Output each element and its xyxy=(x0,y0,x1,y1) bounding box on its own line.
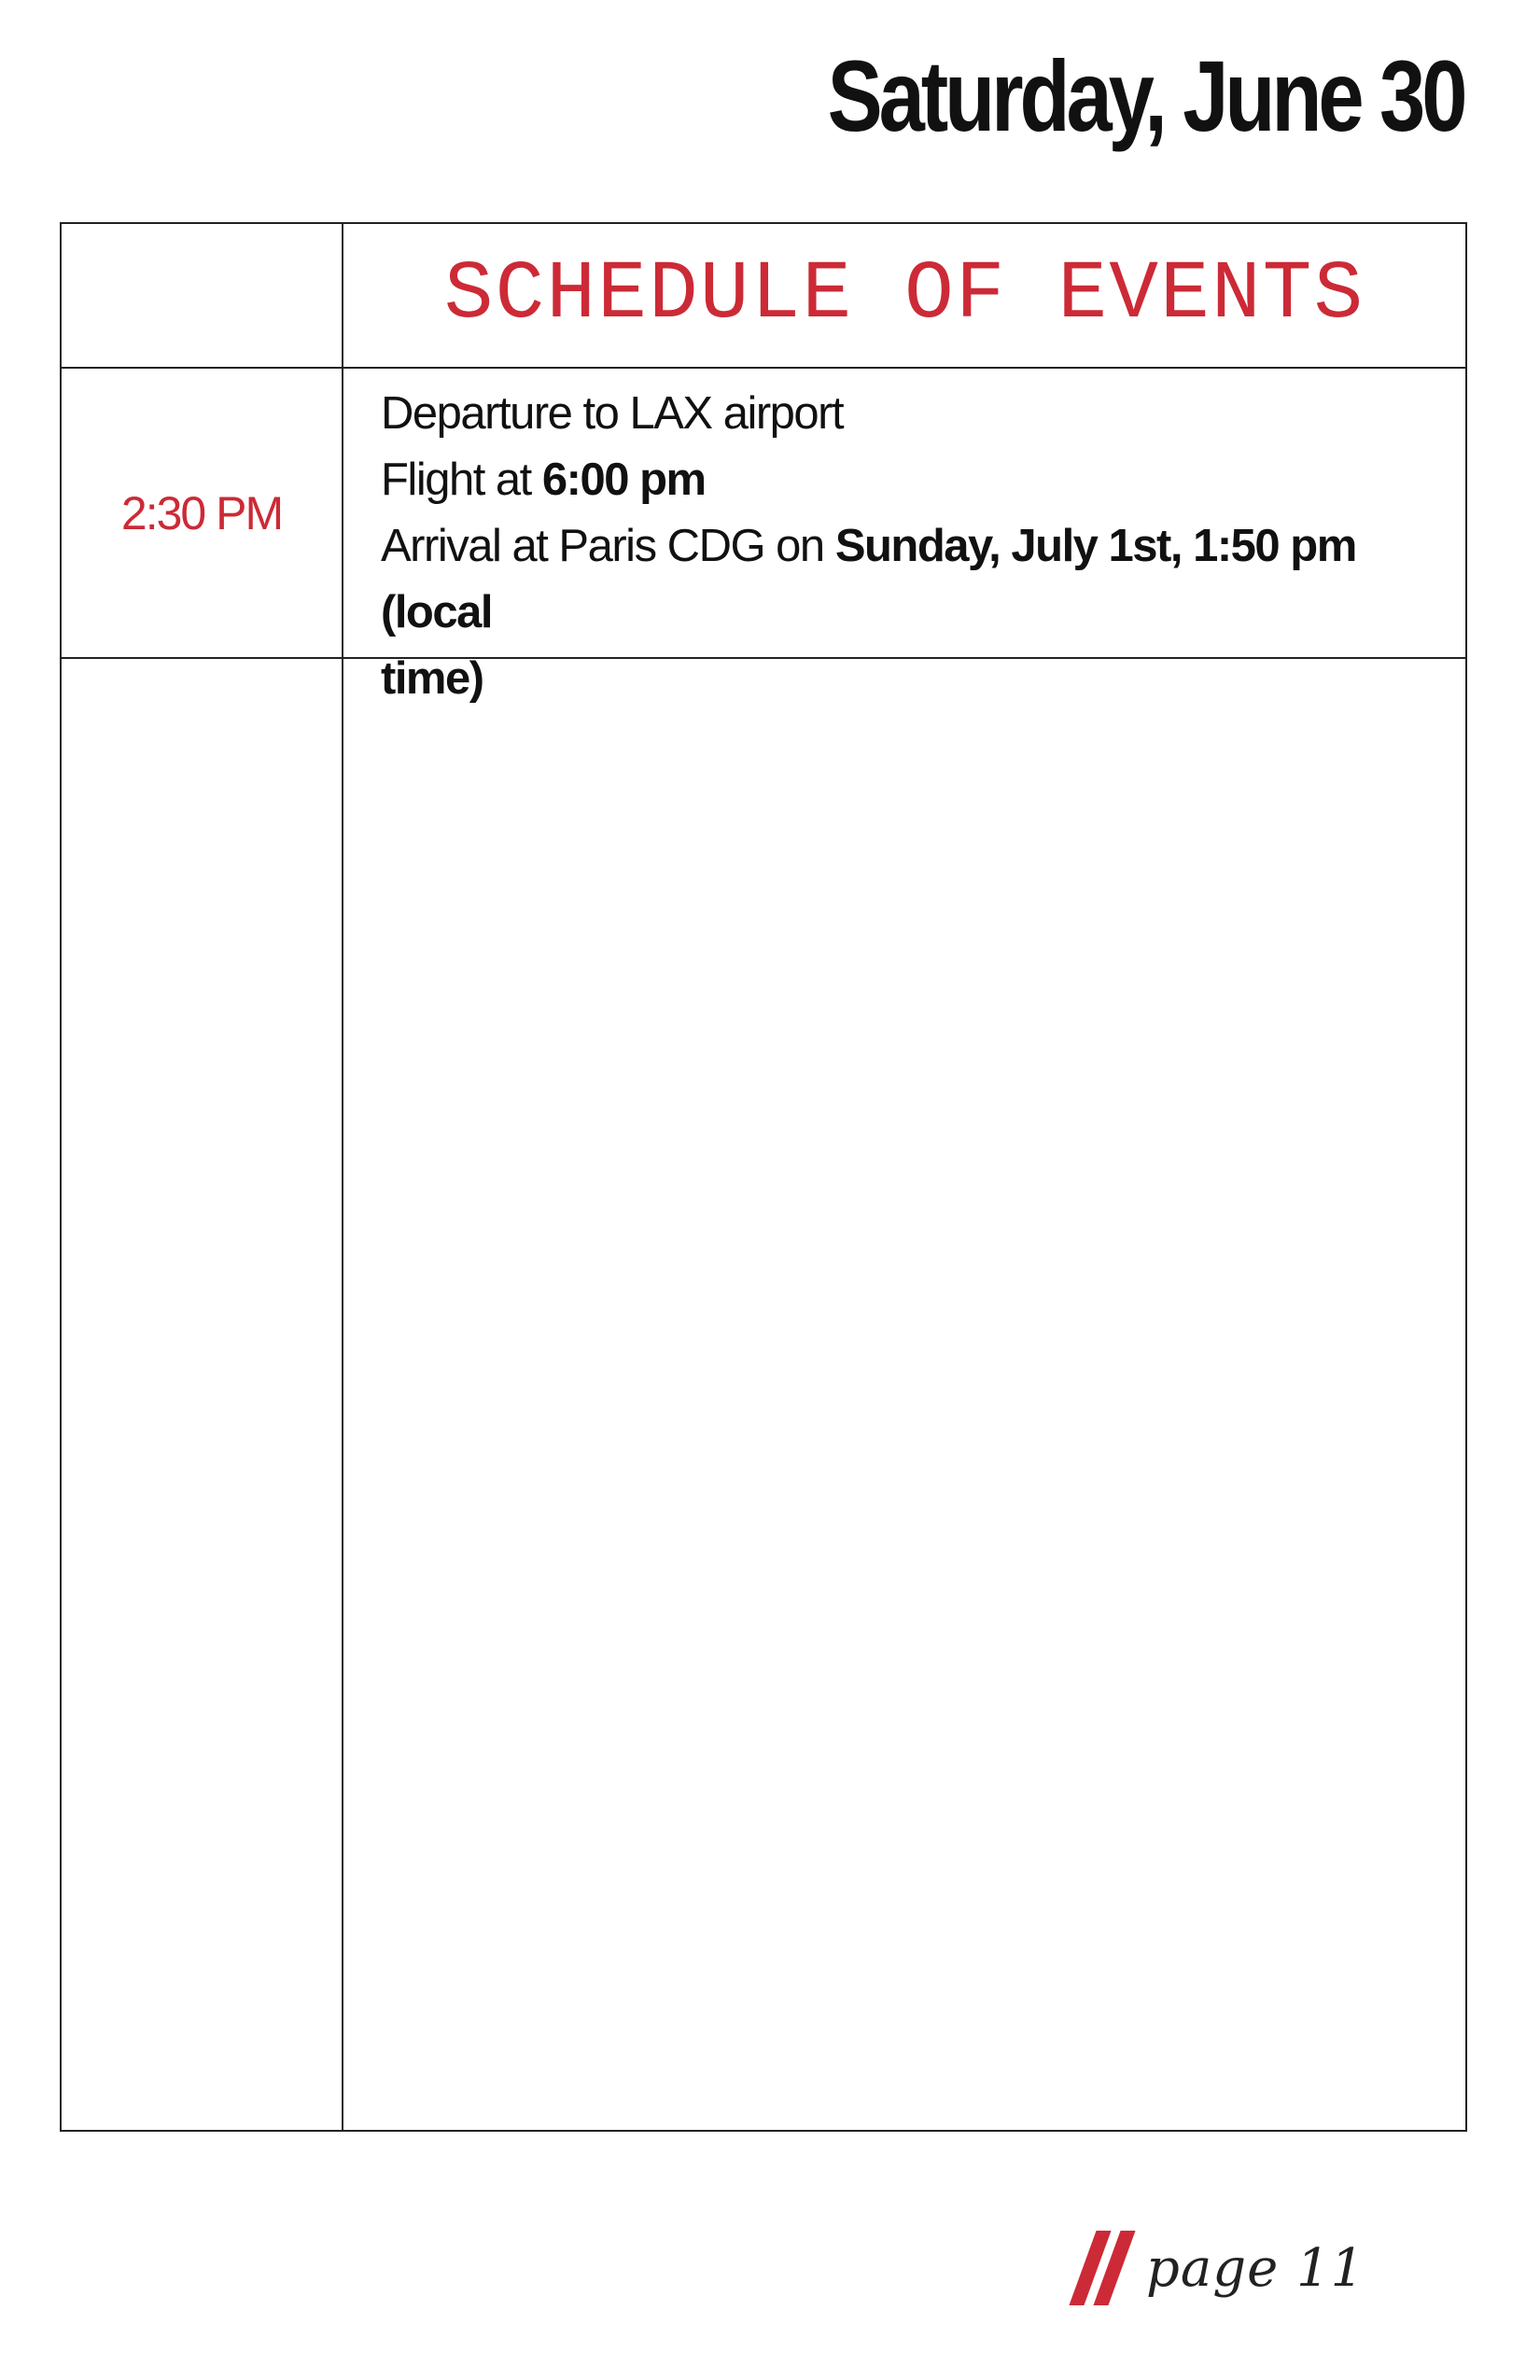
event-line-departure: Departure to LAX airport xyxy=(381,381,1456,447)
event-line-arrival-cont: time) xyxy=(381,646,1456,712)
schedule-heading: SCHEDULE OF EVENTS xyxy=(443,249,1365,342)
event-line-arrival: Arrival at Paris CDG on Sunday, July 1st… xyxy=(381,513,1456,646)
event-time: 2:30 PM xyxy=(120,486,284,539)
column-divider xyxy=(342,224,343,2130)
event-details-cell: Departure to LAX airport Flight at 6:00 … xyxy=(381,381,1456,712)
page-title: Saturday, June 30 xyxy=(827,39,1467,152)
double-slash-icon xyxy=(1069,2231,1136,2305)
page-footer: page 11 xyxy=(1069,2221,1365,2315)
flight-time: 6:00 pm xyxy=(541,455,707,505)
arrival-time-cont: time) xyxy=(381,653,484,704)
flight-prefix: Flight at xyxy=(381,455,542,505)
event-line-flight: Flight at 6:00 pm xyxy=(381,447,1456,513)
time-cell: 2:30 PM xyxy=(62,369,342,657)
departure-text: Departure to LAX airport xyxy=(381,388,845,439)
schedule-header-cell: SCHEDULE OF EVENTS xyxy=(343,224,1465,367)
page-number: page 11 xyxy=(1146,2237,1365,2299)
arrival-prefix: Arrival at Paris CDG on xyxy=(381,521,835,571)
schedule-table: SCHEDULE OF EVENTS 2:30 PM Departure to … xyxy=(60,222,1467,2132)
